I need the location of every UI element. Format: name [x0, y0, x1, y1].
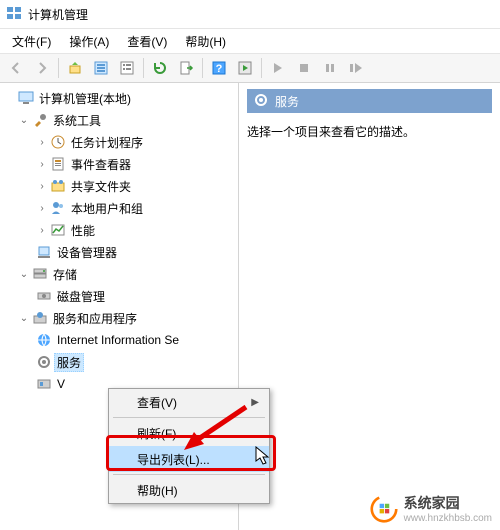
perf-icon [50, 222, 66, 238]
watermark-url: www.hnzkhbsb.com [404, 513, 492, 524]
menu-file[interactable]: 文件(F) [4, 30, 59, 53]
tree-label: 存储 [50, 265, 80, 284]
toolbar-sep [202, 58, 203, 78]
ctx-label: 查看(V) [137, 394, 177, 411]
svg-text:?: ? [216, 63, 223, 75]
svcapp-icon [32, 310, 48, 326]
toolbar-sep [58, 58, 59, 78]
ctx-help[interactable]: 帮助(H) [109, 477, 269, 503]
menu-action[interactable]: 操作(A) [61, 30, 117, 53]
tree-device-manager[interactable]: 设备管理器 [4, 241, 238, 263]
storage-icon [32, 266, 48, 282]
twisty-icon[interactable]: ⌄ [18, 313, 30, 324]
tree-label: 系统工具 [50, 111, 104, 130]
tree-system-tools[interactable]: ⌄ 系统工具 [4, 109, 238, 131]
device-icon [36, 244, 52, 260]
properties-button[interactable] [89, 56, 113, 80]
menu-help[interactable]: 帮助(H) [177, 30, 234, 53]
tree-local-users[interactable]: › 本地用户和组 [4, 197, 238, 219]
tree-label: 事件查看器 [68, 155, 134, 174]
tree-shared-folders[interactable]: › 共享文件夹 [4, 175, 238, 197]
tree-performance[interactable]: › 性能 [4, 219, 238, 241]
toolbar-sep [143, 58, 144, 78]
pause-button[interactable] [318, 56, 342, 80]
share-icon [50, 178, 66, 194]
iis-icon [36, 332, 52, 348]
gear-icon [36, 354, 52, 370]
export-button[interactable] [174, 56, 198, 80]
stop-button[interactable] [292, 56, 316, 80]
tree-label: 设备管理器 [54, 243, 120, 262]
titlebar: 计算机管理 [0, 0, 500, 29]
window-title: 计算机管理 [28, 6, 88, 23]
tree-task-scheduler[interactable]: › 任务计划程序 [4, 131, 238, 153]
watermark: 系统家园 www.hnzkhbsb.com [370, 493, 492, 524]
toolbar: ? [0, 53, 500, 83]
context-menu: 查看(V) ▶ 刷新(F) 导出列表(L)... 帮助(H) [108, 388, 270, 504]
twisty-icon[interactable]: › [36, 203, 48, 214]
back-button[interactable] [4, 56, 28, 80]
help-button[interactable]: ? [207, 56, 231, 80]
toolbar-sep [261, 58, 262, 78]
tools-icon [32, 112, 48, 128]
submenu-arrow-icon: ▶ [251, 397, 259, 408]
pane-description: 选择一个项目来查看它的描述。 [247, 123, 492, 140]
tree-label: 共享文件夹 [68, 177, 134, 196]
pane-header: 服务 [247, 89, 492, 113]
up-button[interactable] [63, 56, 87, 80]
tree-services[interactable]: 服务 [4, 351, 238, 373]
ctx-label: 导出列表(L)... [137, 451, 210, 468]
tree-storage[interactable]: ⌄ 存储 [4, 263, 238, 285]
tree-event-viewer[interactable]: › 事件查看器 [4, 153, 238, 175]
ctx-sep [113, 417, 265, 418]
tree-label: 本地用户和组 [68, 199, 146, 218]
twisty-icon[interactable]: › [36, 181, 48, 192]
detail-button[interactable] [115, 56, 139, 80]
tree-label: Internet Information Se [54, 332, 182, 348]
start-button[interactable] [266, 56, 290, 80]
ctx-sep [113, 474, 265, 475]
tree-root[interactable]: 计算机管理(本地) [4, 87, 238, 109]
ctx-view[interactable]: 查看(V) ▶ [109, 389, 269, 415]
pane-title: 服务 [275, 93, 299, 110]
watermark-name: 系统家园 [404, 493, 492, 513]
twisty-icon[interactable]: › [36, 159, 48, 170]
ctx-refresh[interactable]: 刷新(F) [109, 420, 269, 446]
tree-disk-mgmt[interactable]: 磁盘管理 [4, 285, 238, 307]
event-icon [50, 156, 66, 172]
restart-button[interactable] [344, 56, 368, 80]
forward-button[interactable] [30, 56, 54, 80]
tree-label: 磁盘管理 [54, 287, 108, 306]
computer-icon [18, 90, 34, 106]
twisty-icon[interactable]: › [36, 225, 48, 236]
tree-label: 服务和应用程序 [50, 309, 140, 328]
tree-label: 服务 [54, 353, 84, 372]
twisty-icon[interactable]: › [36, 137, 48, 148]
tree-label: 性能 [68, 221, 98, 240]
disk-icon [36, 288, 52, 304]
tree-label: 任务计划程序 [68, 133, 146, 152]
tree-label: V [54, 376, 68, 392]
menu-view[interactable]: 查看(V) [119, 30, 175, 53]
detail-pane: 服务 选择一个项目来查看它的描述。 [239, 83, 500, 530]
snapin-button[interactable] [233, 56, 257, 80]
wmi-icon [36, 376, 52, 392]
ctx-label: 帮助(H) [137, 482, 178, 499]
refresh-button[interactable] [148, 56, 172, 80]
watermark-logo-icon [370, 495, 398, 523]
ctx-export-list[interactable]: 导出列表(L)... [109, 446, 269, 472]
clock-icon [50, 134, 66, 150]
tree-services-apps[interactable]: ⌄ 服务和应用程序 [4, 307, 238, 329]
tree-label: 计算机管理(本地) [36, 89, 134, 108]
app-icon [6, 6, 22, 22]
ctx-label: 刷新(F) [137, 425, 176, 442]
tree-iis[interactable]: Internet Information Se [4, 329, 238, 351]
gear-icon [253, 92, 269, 111]
users-icon [50, 200, 66, 216]
twisty-icon[interactable]: ⌄ [18, 115, 30, 126]
twisty-icon[interactable]: ⌄ [18, 269, 30, 280]
menubar: 文件(F) 操作(A) 查看(V) 帮助(H) [0, 29, 500, 53]
